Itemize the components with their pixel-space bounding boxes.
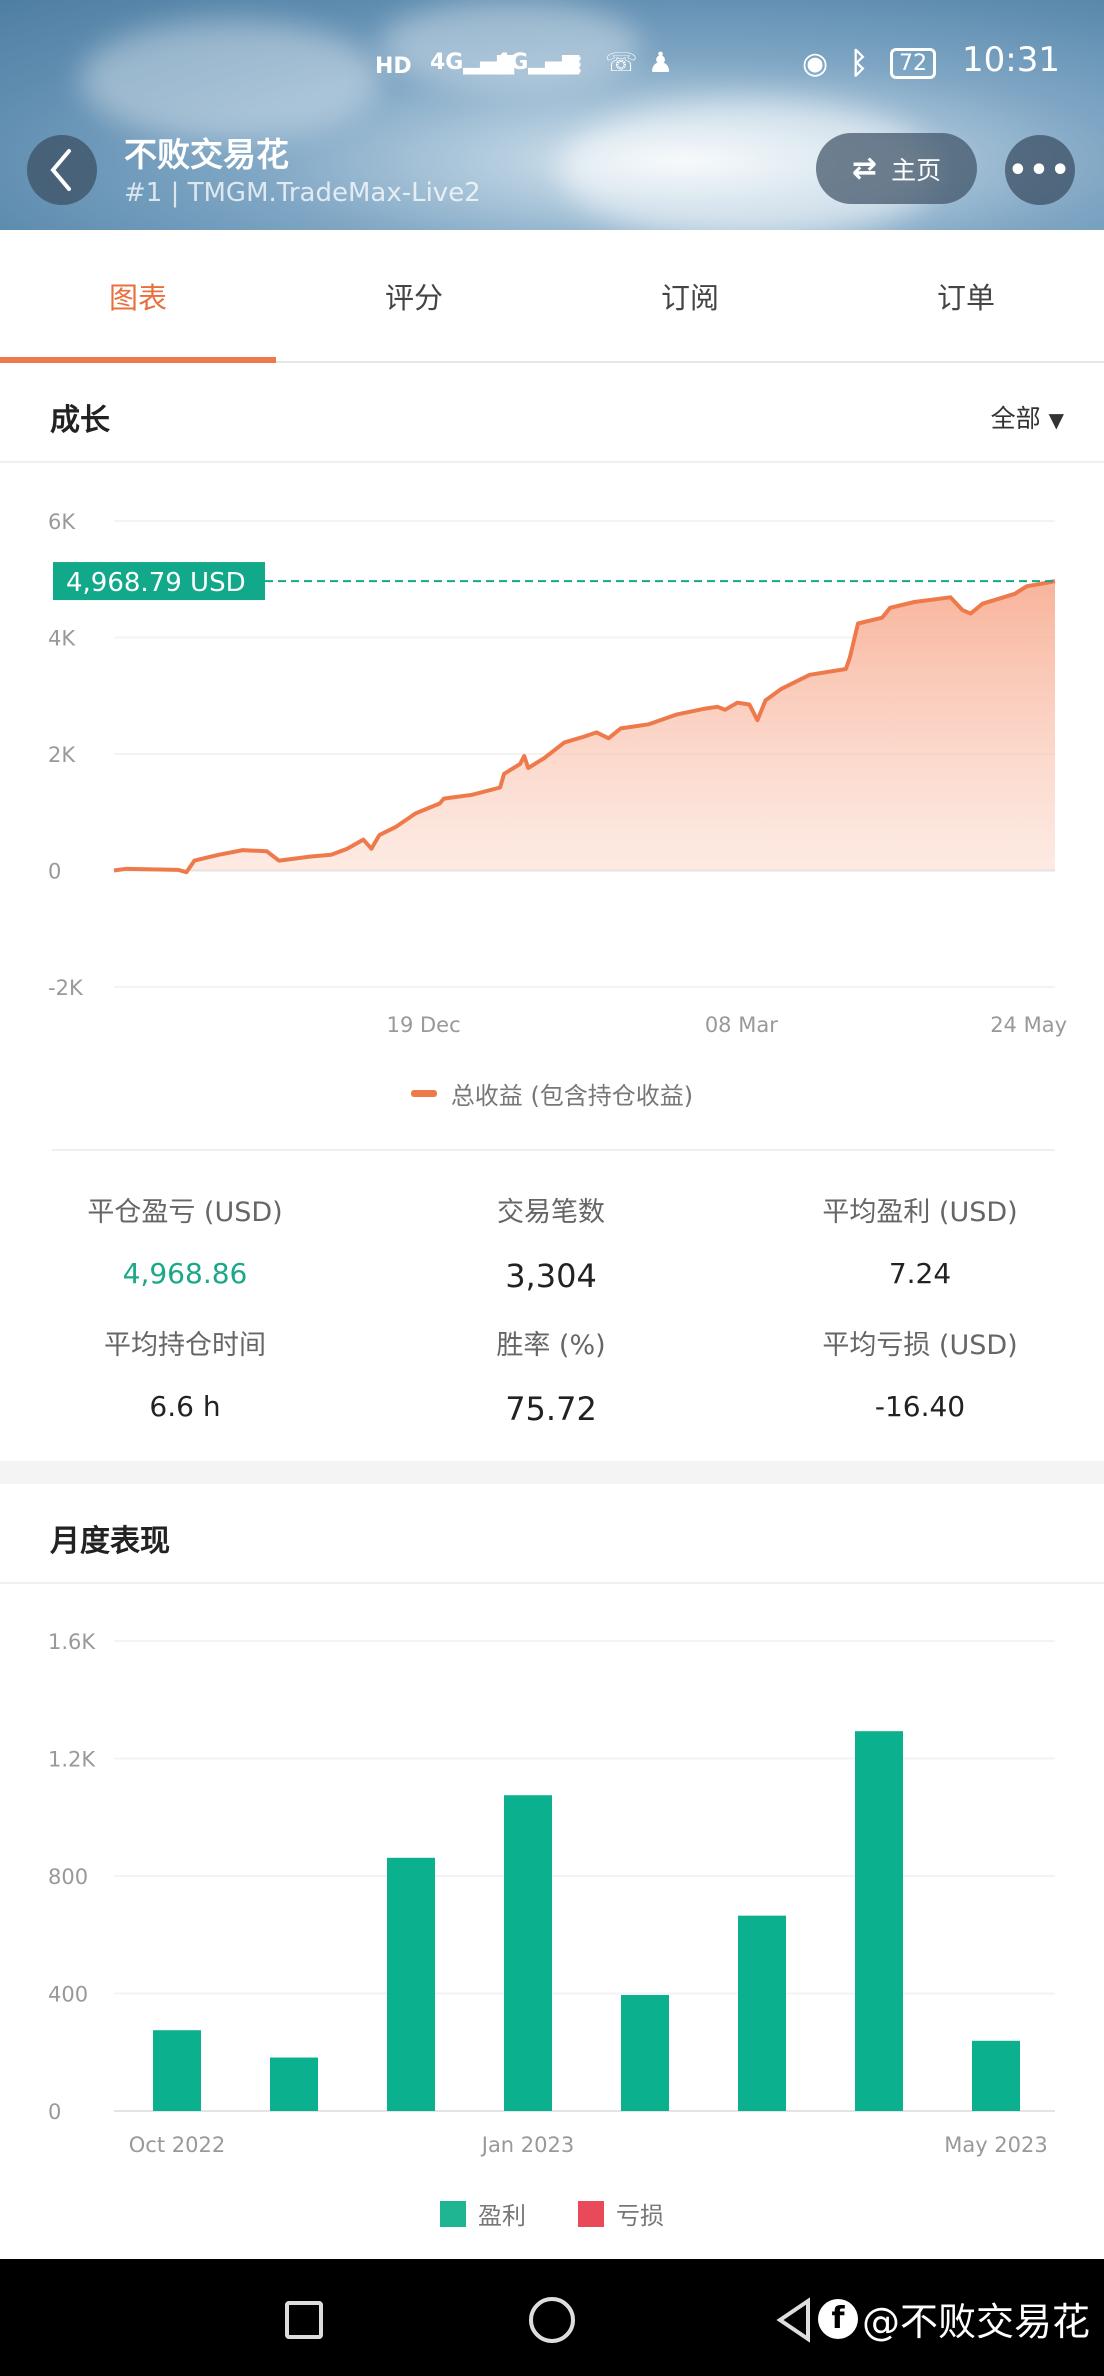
home-label: 主页 [891,155,942,185]
stat-value: 4,968.86 [122,1257,248,1290]
stat-avg-loss: 平均亏损 (USD) -16.40 [740,1323,1100,1423]
monthly-legend: 盈利 亏损 [0,2196,1104,2231]
navigation-bar: f @不败交易花 [0,2259,1104,2376]
tab-subscription[interactable]: 订阅 [552,230,828,361]
stat-label: 平仓盈亏 (USD) [87,1197,283,1228]
stat-value: -16.40 [874,1390,966,1423]
stat-label: 平均持仓时间 [104,1330,266,1361]
x-tick-label: 24 May [990,1013,1067,1037]
chevron-left-icon [50,149,71,191]
stat-value: 3,304 [505,1257,597,1295]
bar-profit [153,2030,201,2111]
x-tick-label: Jan 2023 [480,2133,575,2157]
watermark-text: @不败交易花 [862,2300,1091,2344]
more-icon: ••• [1008,152,1072,188]
y-tick-label: 0 [48,860,61,884]
wifi-icon: ≋ [560,48,584,81]
battery-level: 72 [899,51,927,76]
back-nav-button[interactable] [774,2295,814,2345]
y-tick-label: 0 [48,2100,61,2124]
divider [52,1149,1055,1151]
stat-avg-profit: 平均盈利 (USD) 7.24 [740,1190,1100,1290]
monthly-header: 月度表现 [0,1484,1104,1584]
y-tick-label: 1.2K [48,1748,96,1772]
tab-rating[interactable]: 评分 [276,230,552,361]
growth-title: 成长 [50,403,110,438]
bar-profit [270,2057,318,2111]
tab-bar: 图表 评分 订阅 订单 [0,230,1104,363]
missed-call-icon: ☏ [605,48,638,78]
y-tick-label: 2K [48,743,76,767]
eye-icon: ◉ [802,46,829,81]
y-tick-label: 6K [48,510,76,534]
legend-label-loss: 亏损 [616,2202,664,2230]
legend-label: 总收益 (包含持仓收益) [450,1082,694,1110]
stat-avg-hold-time: 平均持仓时间 6.6 h [5,1323,365,1423]
watermark: f @不败交易花 [818,2291,1090,2346]
more-button[interactable]: ••• [1005,135,1075,205]
growth-legend: 总收益 (包含持仓收益) [0,1076,1104,1111]
y-tick-label: 4K [48,627,76,651]
home-nav-button[interactable] [529,2297,575,2343]
filter-label: 全部 [990,404,1041,433]
stat-value: 75.72 [505,1390,597,1428]
monthly-chart: 1.6K 1.2K 800 400 0 Oct 2022 Jan 2023 May 2023 [48,1630,1055,2157]
stat-label: 平均盈利 (USD) [822,1197,1018,1228]
tab-orders[interactable]: 订单 [828,230,1104,361]
stat-label: 胜率 (%) [496,1330,606,1361]
monthly-title: 月度表现 [50,1524,170,1559]
stat-value: 7.24 [888,1257,952,1290]
area-fill [114,581,1055,873]
bar-profit [855,1731,903,2111]
x-tick-label: Oct 2022 [129,2133,225,2157]
recents-button[interactable] [285,2301,323,2339]
growth-chart: 6K 4K 2K 0 -2K 4,968.79 USD 19 Dec 08 Mar 24 May [48,510,1067,1037]
stat-label: 交易笔数 [497,1197,605,1228]
bar-profit [972,2040,1020,2111]
x-tick-label: May 2023 [944,2133,1048,2157]
stat-closed-pnl: 平仓盈亏 (USD) 4,968.86 [5,1190,365,1290]
legend-swatch-loss [578,2200,604,2227]
swap-icon: ⇄ [851,151,878,186]
stat-win-rate: 胜率 (%) 75.72 [371,1323,731,1428]
stat-trade-count: 交易笔数 3,304 [371,1190,731,1295]
caret-down-icon: ▼ [1048,408,1064,432]
bar-profit [387,1857,435,2111]
legend-swatch-profit [440,2200,466,2227]
stat-label: 平均亏损 (USD) [822,1330,1018,1361]
x-tick-label: 08 Mar [705,1013,778,1037]
qq-icon: ♟ [648,46,674,79]
battery-icon: 72 [890,48,936,79]
bar-profit [621,1994,669,2111]
tab-chart[interactable]: 图表 [0,230,276,363]
account-subtitle: #1 | TMGM.TradeMax-Live2 [124,178,481,208]
growth-header: 成长 全部 ▼ [0,363,1104,463]
hd-icon: HD [375,54,412,79]
home-button[interactable]: ⇄ 主页 [816,133,977,204]
y-tick-label: 400 [48,1983,88,2007]
bar-profit [738,1915,786,2111]
weibo-logo-icon: f [818,2298,858,2339]
page-title: 不败交易花 [124,135,289,174]
section-separator [0,1461,1104,1484]
bluetooth-icon: ᛒ [850,46,868,81]
range-filter-dropdown[interactable]: 全部 ▼ [991,399,1064,435]
stats-grid: 平仓盈亏 (USD) 4,968.86 交易笔数 3,304 平均盈利 (USD) 7… [0,1190,1104,1450]
back-button[interactable] [27,135,97,205]
stat-value: 6.6 h [149,1390,221,1423]
bar-profit [504,1795,552,2111]
x-tick-label: 19 Dec [387,1013,461,1037]
y-tick-label: 800 [48,1865,88,1889]
current-value-label: 4,968.79 USD [66,568,246,598]
status-bar: HD 4G▂▄▆ 4G▂▄▆ ≋ ☏ ♟ ◉ ᛒ 72 10:31 [0,40,1104,88]
clock: 10:31 [962,40,1060,80]
y-tick-label: 1.6K [48,1630,96,1654]
y-tick-label: -2K [48,976,84,1000]
legend-swatch-line [410,1090,437,1097]
legend-label-profit: 盈利 [478,2202,526,2230]
